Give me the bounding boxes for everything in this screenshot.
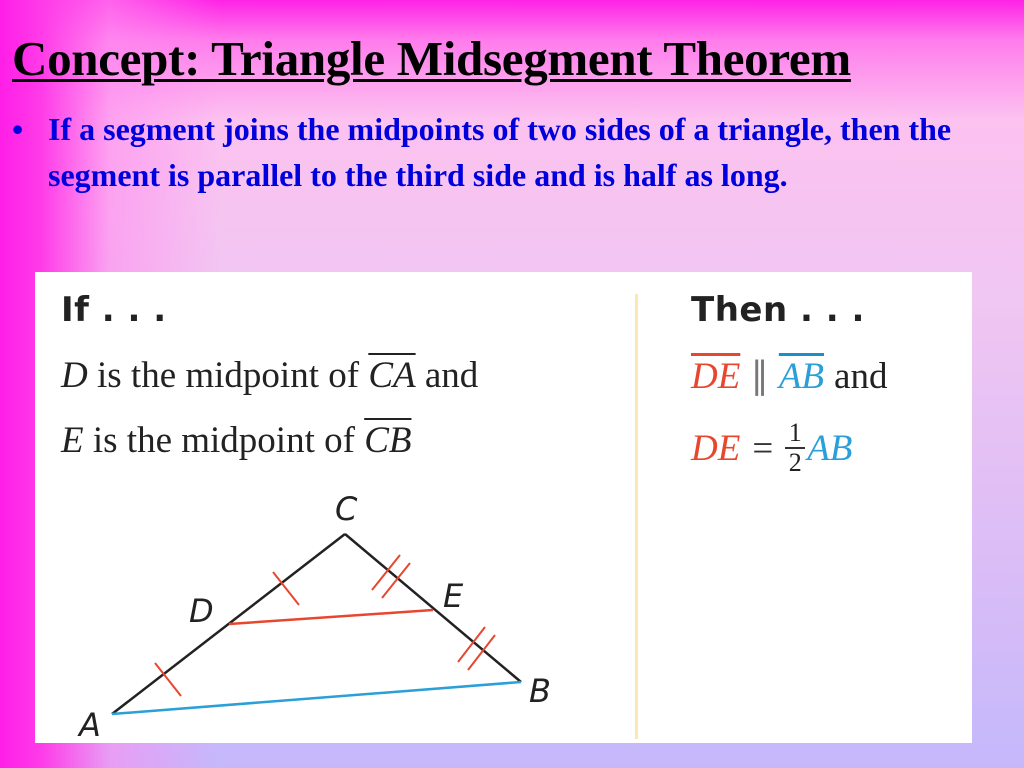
midsegment-de	[228, 608, 434, 626]
theorem-text: If a segment joins the midpoints of two …	[48, 111, 952, 193]
vertex-label-a: A	[77, 706, 101, 743]
side-cb	[344, 533, 522, 683]
vertex-label-b: B	[529, 672, 551, 710]
side-ac	[111, 533, 346, 715]
theorem-figure-panel: If . . . D is the midpoint of CA and E i…	[35, 272, 972, 743]
vertex-label-c: C	[335, 490, 358, 528]
triangle-diagram: A B C D E	[77, 490, 551, 743]
bullet-marker: •	[12, 111, 24, 147]
vertex-label-e: E	[443, 577, 464, 615]
tick-dc	[272, 571, 300, 606]
theorem-statement: • If a segment joins the midpoints of tw…	[12, 106, 972, 198]
vertex-label-d: D	[189, 592, 214, 630]
tick-ad	[154, 662, 182, 697]
slide-title: Concept: Triangle Midsegment Theorem	[12, 31, 851, 86]
